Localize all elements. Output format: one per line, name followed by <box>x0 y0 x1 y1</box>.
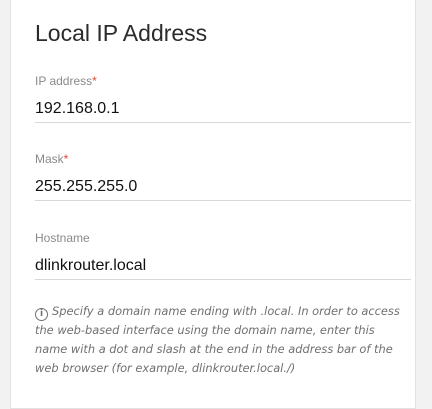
mask-label: Mask* <box>35 152 411 166</box>
ip-address-field-group: IP address* <box>35 74 411 123</box>
hostname-hint: i Specify a domain name ending with .loca… <box>35 302 407 378</box>
mask-label-text: Mask <box>35 152 64 166</box>
hint-text: Specify a domain name ending with .local… <box>35 304 400 375</box>
ip-address-label-text: IP address <box>35 74 93 88</box>
info-icon: i <box>35 308 48 321</box>
ip-address-input[interactable] <box>35 96 411 123</box>
required-mark: * <box>92 74 97 88</box>
hostname-input[interactable] <box>35 253 411 280</box>
mask-input[interactable] <box>35 174 411 201</box>
local-ip-address-panel: Local IP Address IP address* Mask* Hostn… <box>10 0 416 409</box>
section-title: Local IP Address <box>35 20 208 46</box>
hostname-field-group: Hostname <box>35 231 411 280</box>
hostname-label: Hostname <box>35 231 90 245</box>
mask-field-group: Mask* <box>35 152 411 201</box>
required-mark: * <box>63 152 69 166</box>
ip-address-label: IP address* <box>35 74 411 88</box>
